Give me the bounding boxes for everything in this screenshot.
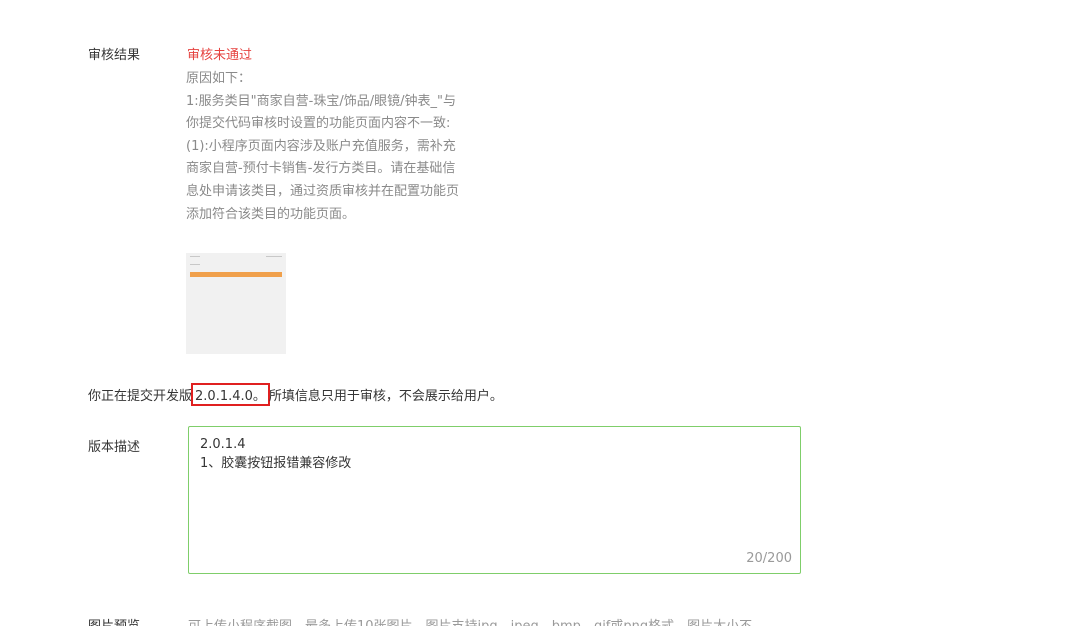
thumbnail-status-bar (190, 256, 282, 258)
review-reason-block: 原因如下： 1:服务类目"商家自营-珠宝/饰品/眼镜/钟表_"与 你提交代码审核… (186, 68, 486, 226)
notice-prefix: 你正在提交开发版 (88, 389, 193, 404)
review-status-text: 审核未通过 (187, 48, 253, 63)
version-description-value[interactable]: 2.0.1.4 1、胶囊按钮报错兼容修改 (200, 435, 351, 473)
reason-line: 添加符合该类目的功能页面。 (186, 206, 356, 222)
thumbnail-orange-banner (190, 272, 282, 277)
reason-line: (1):小程序页面内容涉及账户充值服务，需补充 (186, 138, 456, 154)
review-screenshot-thumbnail[interactable] (186, 253, 286, 354)
reason-line: 1:服务类目"商家自营-珠宝/饰品/眼镜/钟表_"与 (186, 93, 456, 109)
version-description-textarea[interactable]: 2.0.1.4 1、胶囊按钮报错兼容修改 20/200 (188, 426, 801, 574)
code-review-submit-page: 审核结果 审核未通过 原因如下： 1:服务类目"商家自营-珠宝/饰品/眼镜/钟表… (0, 0, 1074, 626)
reason-line: 你提交代码审核时设置的功能页面内容不一致: (186, 116, 451, 132)
thumbnail-text-line (190, 264, 200, 265)
reason-line: 息处申请该类目，通过资质审核并在配置功能页 (186, 183, 460, 199)
character-counter: 20/200 (746, 551, 792, 566)
reason-line: 商家自营-预付卡销售-发行方类目。请在基础信 (186, 161, 456, 177)
image-preview-label: 图片预览 (88, 615, 140, 626)
image-upload-hint: 可上传小程序截图，最多上传10张图片，图片支持jpg、jpeg、bmp、gif或… (188, 615, 752, 626)
submit-version-notice: 你正在提交开发版 2.0.1.4.0。 所填信息只用于审核，不会展示给用户。 (88, 383, 503, 406)
reason-line: 原因如下： (186, 71, 252, 86)
notice-suffix: 所填信息只用于审核，不会展示给用户。 (268, 389, 503, 404)
version-description-label: 版本描述 (88, 440, 141, 455)
review-result-label: 审核结果 (88, 48, 141, 63)
version-number-highlight: 2.0.1.4.0。 (191, 383, 270, 406)
